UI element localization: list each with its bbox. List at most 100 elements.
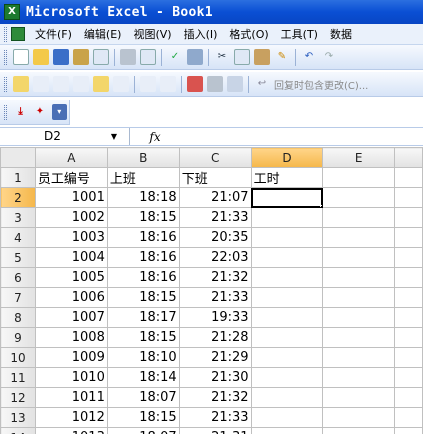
- reply-with-changes-button[interactable]: 回复时包含更改(C)...: [274, 77, 368, 92]
- menu-view[interactable]: 视图(V): [127, 26, 177, 42]
- cell-b[interactable]: 18:18: [106, 187, 180, 208]
- cell-b[interactable]: 18:07: [106, 387, 180, 408]
- spelling-icon[interactable]: ✓: [167, 49, 183, 65]
- cell-d[interactable]: [250, 267, 324, 288]
- column-header-d[interactable]: D: [250, 147, 324, 168]
- show-all-comments-icon[interactable]: [93, 76, 109, 92]
- cell-e[interactable]: [322, 307, 396, 328]
- toolbar-grip-icon[interactable]: [4, 104, 7, 120]
- cell-c[interactable]: 21:32: [178, 267, 252, 288]
- delete-comment-icon[interactable]: [113, 76, 129, 92]
- row-header[interactable]: 1: [0, 167, 36, 188]
- cell-c[interactable]: 20:35: [178, 227, 252, 248]
- cell-f[interactable]: [394, 167, 423, 188]
- cell-c[interactable]: 19:33: [178, 307, 252, 328]
- workbook-icon[interactable]: [11, 27, 25, 41]
- menu-insert[interactable]: 插入(I): [178, 26, 224, 42]
- cell-c[interactable]: 21:31: [178, 427, 252, 434]
- cell-e[interactable]: [322, 167, 396, 188]
- column-header-b[interactable]: B: [106, 147, 180, 168]
- cell-a[interactable]: 1008: [34, 327, 108, 348]
- pdf-convert-icon[interactable]: ⤓: [13, 104, 28, 120]
- cell-b[interactable]: 18:16: [106, 267, 180, 288]
- cell-b[interactable]: 18:15: [106, 287, 180, 308]
- cell-a[interactable]: 员工编号: [34, 167, 108, 188]
- cell-f[interactable]: [394, 187, 423, 208]
- cell-c[interactable]: 21:33: [178, 407, 252, 428]
- cell-c[interactable]: 21:32: [178, 387, 252, 408]
- cell-c[interactable]: 21:07: [178, 187, 252, 208]
- cell-a[interactable]: 1003: [34, 227, 108, 248]
- email-icon[interactable]: [93, 49, 109, 65]
- cell-f[interactable]: [394, 367, 423, 388]
- copy-icon[interactable]: [234, 49, 250, 65]
- cell-f[interactable]: [394, 427, 423, 434]
- cell-f[interactable]: [394, 307, 423, 328]
- permission-icon[interactable]: [73, 49, 89, 65]
- cell-f[interactable]: [394, 207, 423, 228]
- cell-b[interactable]: 18:16: [106, 247, 180, 268]
- new-file-icon[interactable]: [13, 49, 29, 65]
- cell-e[interactable]: [322, 227, 396, 248]
- cell-e[interactable]: [322, 187, 396, 208]
- track-changes-icon[interactable]: [140, 76, 156, 92]
- row-header[interactable]: 6: [0, 267, 36, 288]
- menu-edit[interactable]: 编辑(E): [78, 26, 128, 42]
- menu-grip-icon[interactable]: [4, 26, 7, 42]
- cell-f[interactable]: [394, 267, 423, 288]
- cell-b[interactable]: 18:17: [106, 307, 180, 328]
- cell-b[interactable]: 18:07: [106, 427, 180, 434]
- cell-a[interactable]: 1004: [34, 247, 108, 268]
- active-cell-d2[interactable]: [250, 187, 324, 208]
- row-header[interactable]: 9: [0, 327, 36, 348]
- cell-a[interactable]: 1009: [34, 347, 108, 368]
- row-header[interactable]: 14: [0, 427, 36, 434]
- cell-a[interactable]: 1011: [34, 387, 108, 408]
- column-header-f[interactable]: [394, 147, 423, 168]
- toolbar-grip-icon[interactable]: [4, 49, 7, 65]
- select-all-corner[interactable]: [0, 147, 36, 168]
- research-icon[interactable]: [187, 49, 203, 65]
- column-header-a[interactable]: A: [34, 147, 108, 168]
- format-painter-icon[interactable]: ✎: [274, 49, 290, 65]
- row-header[interactable]: 8: [0, 307, 36, 328]
- cell-f[interactable]: [394, 347, 423, 368]
- new-comment-icon[interactable]: [13, 76, 29, 92]
- chevron-down-icon[interactable]: ▼: [111, 128, 117, 145]
- cell-d[interactable]: [250, 327, 324, 348]
- cell-d[interactable]: [250, 427, 324, 434]
- cell-c[interactable]: 21:33: [178, 207, 252, 228]
- cell-d[interactable]: [250, 227, 324, 248]
- open-folder-icon[interactable]: [33, 49, 49, 65]
- cell-a[interactable]: 1005: [34, 267, 108, 288]
- cell-b[interactable]: 18:16: [106, 227, 180, 248]
- name-box[interactable]: D2 ▼: [0, 128, 130, 145]
- cell-c[interactable]: 22:03: [178, 247, 252, 268]
- cell-b[interactable]: 18:15: [106, 207, 180, 228]
- cell-b[interactable]: 18:10: [106, 347, 180, 368]
- cell-e[interactable]: [322, 407, 396, 428]
- cell-e[interactable]: [322, 427, 396, 434]
- row-header[interactable]: 7: [0, 287, 36, 308]
- cell-f[interactable]: [394, 327, 423, 348]
- document-icon[interactable]: [227, 76, 243, 92]
- menu-data[interactable]: 数据: [324, 26, 358, 42]
- row-header[interactable]: 3: [0, 207, 36, 228]
- cell-d[interactable]: [250, 247, 324, 268]
- cell-a[interactable]: 1007: [34, 307, 108, 328]
- cell-e[interactable]: [322, 347, 396, 368]
- row-header[interactable]: 2: [0, 187, 36, 208]
- cell-a[interactable]: 1012: [34, 407, 108, 428]
- show-comment-icon[interactable]: [73, 76, 89, 92]
- undo-icon[interactable]: ↶: [301, 49, 317, 65]
- cell-d[interactable]: [250, 407, 324, 428]
- cell-e[interactable]: [322, 287, 396, 308]
- cell-d[interactable]: [250, 387, 324, 408]
- pdf-settings-icon[interactable]: ✦: [32, 104, 47, 120]
- row-header[interactable]: 10: [0, 347, 36, 368]
- cell-d[interactable]: [250, 287, 324, 308]
- cell-e[interactable]: [322, 387, 396, 408]
- row-header[interactable]: 4: [0, 227, 36, 248]
- row-header[interactable]: 11: [0, 367, 36, 388]
- cell-c[interactable]: 21:28: [178, 327, 252, 348]
